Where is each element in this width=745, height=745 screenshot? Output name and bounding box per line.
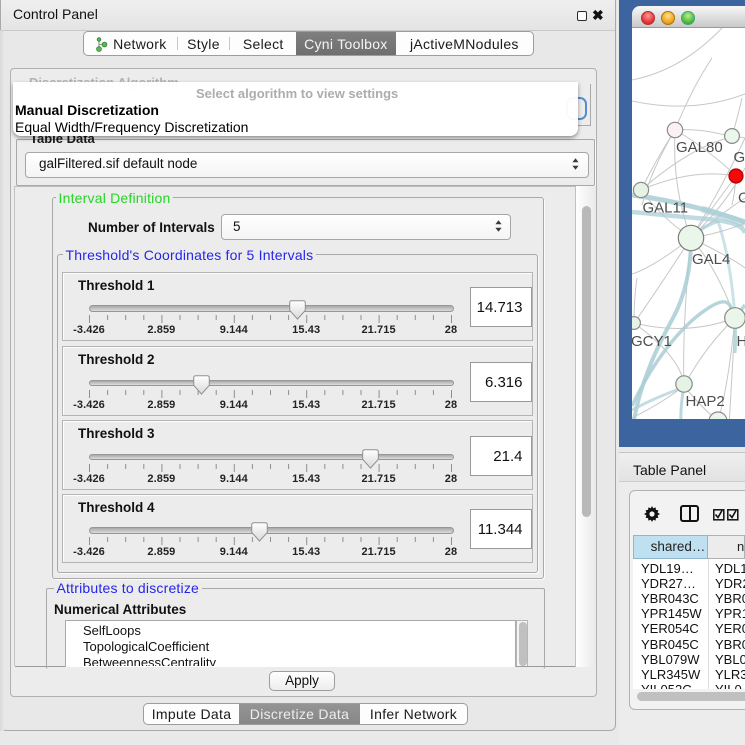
- svg-text:H: H: [737, 333, 745, 350]
- svg-text:G.: G.: [734, 149, 745, 166]
- svg-text:GAL11: GAL11: [643, 200, 689, 217]
- svg-text:GAL4: GAL4: [692, 251, 730, 268]
- svg-text:GAL80: GAL80: [676, 139, 723, 156]
- svg-text:GCY1: GCY1: [632, 333, 672, 350]
- svg-text:HAP2: HAP2: [686, 393, 725, 410]
- svg-text:C: C: [738, 190, 745, 207]
